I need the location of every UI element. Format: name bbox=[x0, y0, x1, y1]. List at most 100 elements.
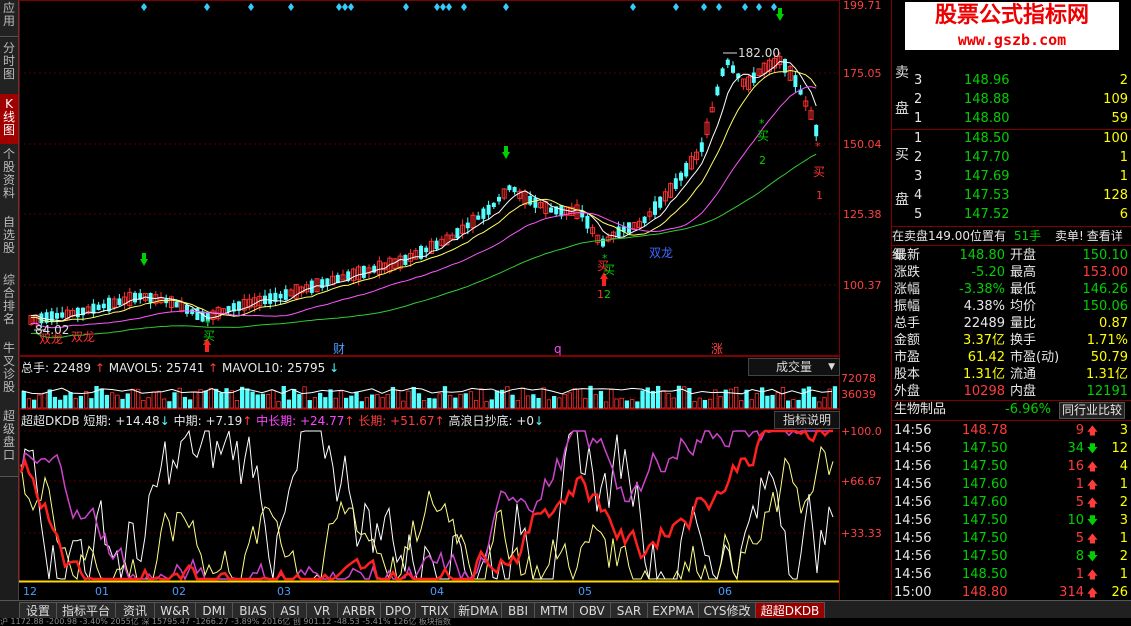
moving-average-line bbox=[30, 70, 817, 323]
indicator-tab[interactable]: W&R bbox=[154, 602, 196, 619]
candle-body bbox=[278, 293, 283, 299]
indicator-tab[interactable]: ASI bbox=[273, 602, 307, 619]
candle-body bbox=[200, 311, 205, 322]
event-marker[interactable]: 涨 bbox=[711, 341, 723, 356]
volume-bar bbox=[832, 386, 838, 409]
tick-count: 3 bbox=[1119, 513, 1128, 528]
double-dragon-label: 双龙 bbox=[71, 330, 95, 344]
volume-bar bbox=[406, 390, 411, 409]
industry-compare-button[interactable]: 同行业比较 bbox=[1059, 402, 1126, 419]
tick-volume: 8 bbox=[1075, 549, 1084, 564]
candle-body bbox=[55, 312, 59, 319]
volume-bar bbox=[265, 394, 271, 409]
indicator-tab[interactable]: 指标平台 bbox=[56, 602, 116, 619]
nav-item-diagnosis[interactable]: 牛叉诊股 bbox=[0, 338, 18, 407]
sell-order-link[interactable]: 卖单! bbox=[1055, 229, 1084, 243]
quote-value: 0.87 bbox=[1099, 316, 1128, 331]
nav-item-profile[interactable]: 个股资料 bbox=[0, 144, 18, 213]
order-level: 3 bbox=[914, 169, 923, 184]
quote-label: 换手 bbox=[1010, 333, 1037, 348]
volume-mavol5: MAVOL5: 25741 bbox=[108, 361, 205, 375]
volume-selector-dropdown[interactable]: 成交量 ▼ bbox=[748, 358, 840, 376]
tick-volume: 9 bbox=[1075, 423, 1084, 438]
indicator-tab[interactable]: TRIX bbox=[415, 602, 455, 619]
indicator-line bbox=[20, 445, 834, 581]
signal-diamond-icon bbox=[403, 3, 409, 11]
indicator-tab[interactable]: 新DMA bbox=[454, 602, 502, 619]
volume-bar bbox=[385, 393, 390, 409]
indicator-tab[interactable]: 超超DKDB bbox=[755, 602, 825, 619]
volume-bar bbox=[307, 400, 312, 409]
nav-item-intraday[interactable]: 分时图 bbox=[0, 38, 18, 95]
buy-order-row: 2 147.70 1 bbox=[892, 149, 1131, 167]
tick-volume: 1 bbox=[1075, 477, 1084, 492]
volume-bar bbox=[697, 397, 702, 409]
volume-bar bbox=[666, 393, 671, 409]
order-price: 148.80 bbox=[964, 111, 1010, 126]
indicator-tab[interactable]: MTM bbox=[534, 602, 574, 619]
volume-bar bbox=[531, 394, 536, 409]
indicator-tab[interactable]: BBI bbox=[501, 602, 535, 619]
indicator-tab[interactable]: CYS修改 bbox=[698, 602, 756, 619]
quote-value: 3.37亿 bbox=[963, 333, 1005, 348]
kline-chart-area[interactable]: 199.71 175.05 150.04 125.38 100.37 182.0… bbox=[19, 0, 890, 600]
volume-bar bbox=[375, 393, 380, 409]
nav-item-apps[interactable]: 应用 bbox=[0, 0, 18, 37]
tick-count: 4 bbox=[1119, 459, 1128, 474]
quote-label: 量比 bbox=[1010, 316, 1037, 331]
tick-count: 2 bbox=[1119, 549, 1128, 564]
candle-body bbox=[814, 124, 819, 137]
candle-body bbox=[533, 197, 538, 208]
nav-item-level2[interactable]: 超级盘口 bbox=[0, 406, 18, 477]
nav-item-kline[interactable]: K线图 bbox=[0, 94, 18, 145]
volume-bar bbox=[234, 400, 240, 409]
candle-body bbox=[642, 216, 647, 224]
volume-bar bbox=[515, 399, 520, 409]
tick-row: 14:56 147.50 16 🡅 4 bbox=[892, 458, 1131, 476]
indicator-tab[interactable]: ARBR bbox=[337, 602, 381, 619]
candle-body bbox=[731, 65, 735, 73]
volume-bar bbox=[427, 398, 432, 409]
nav-item-watchlist[interactable]: 自选股 bbox=[0, 212, 18, 271]
order-volume: 100 bbox=[1103, 131, 1128, 146]
quote-label: 最高 bbox=[1010, 265, 1037, 280]
indicator-tab[interactable]: VR bbox=[306, 602, 338, 619]
volume-bar bbox=[635, 401, 640, 409]
indicator-tab[interactable]: BIAS bbox=[232, 602, 274, 619]
kline-chart-canvas[interactable]: 199.71 175.05 150.04 125.38 100.37 182.0… bbox=[19, 0, 890, 600]
indicator-help-button[interactable]: 指标说明 bbox=[774, 411, 840, 429]
event-marker[interactable]: 财 bbox=[333, 342, 345, 356]
indicator-tab[interactable]: DMI bbox=[195, 602, 233, 619]
volume-bar bbox=[598, 391, 604, 409]
volume-bar bbox=[786, 400, 791, 409]
indicator-tab[interactable]: 资讯 bbox=[115, 602, 155, 619]
volume-bar bbox=[775, 392, 780, 409]
candle-body bbox=[725, 59, 730, 66]
tick-volume: 34 bbox=[1067, 441, 1084, 456]
industry-name[interactable]: 生物制品 bbox=[894, 401, 946, 419]
volume-bar bbox=[281, 386, 286, 409]
indicator-tab[interactable]: OBV bbox=[573, 602, 611, 619]
signal-number: 2 bbox=[759, 154, 766, 167]
indicator-tab[interactable]: 设置 bbox=[19, 602, 57, 619]
volume-bar bbox=[364, 397, 370, 409]
candle-body bbox=[507, 185, 512, 191]
quote-value: 1.31亿 bbox=[1086, 367, 1128, 382]
volume-bar bbox=[411, 386, 416, 409]
volume-bar bbox=[239, 386, 245, 409]
volume-bar bbox=[213, 388, 219, 409]
indicator-tab[interactable]: SAR bbox=[610, 602, 648, 619]
volume-bar bbox=[167, 401, 172, 409]
volume-bar bbox=[447, 394, 453, 409]
nav-item-ranking[interactable]: 综合排名 bbox=[0, 270, 18, 339]
volume-bar bbox=[151, 391, 156, 409]
event-marker[interactable]: q bbox=[554, 342, 562, 356]
quote-label: 市盈(动) bbox=[1010, 350, 1060, 365]
indicator-tab[interactable]: EXPMA bbox=[647, 602, 699, 619]
indicator-tab[interactable]: DPO bbox=[380, 602, 416, 619]
candle-body bbox=[679, 172, 683, 181]
tick-time: 14:56 bbox=[894, 477, 932, 492]
volume-bar bbox=[432, 398, 437, 409]
volume-bar bbox=[536, 397, 541, 409]
volume-bar bbox=[291, 388, 297, 409]
